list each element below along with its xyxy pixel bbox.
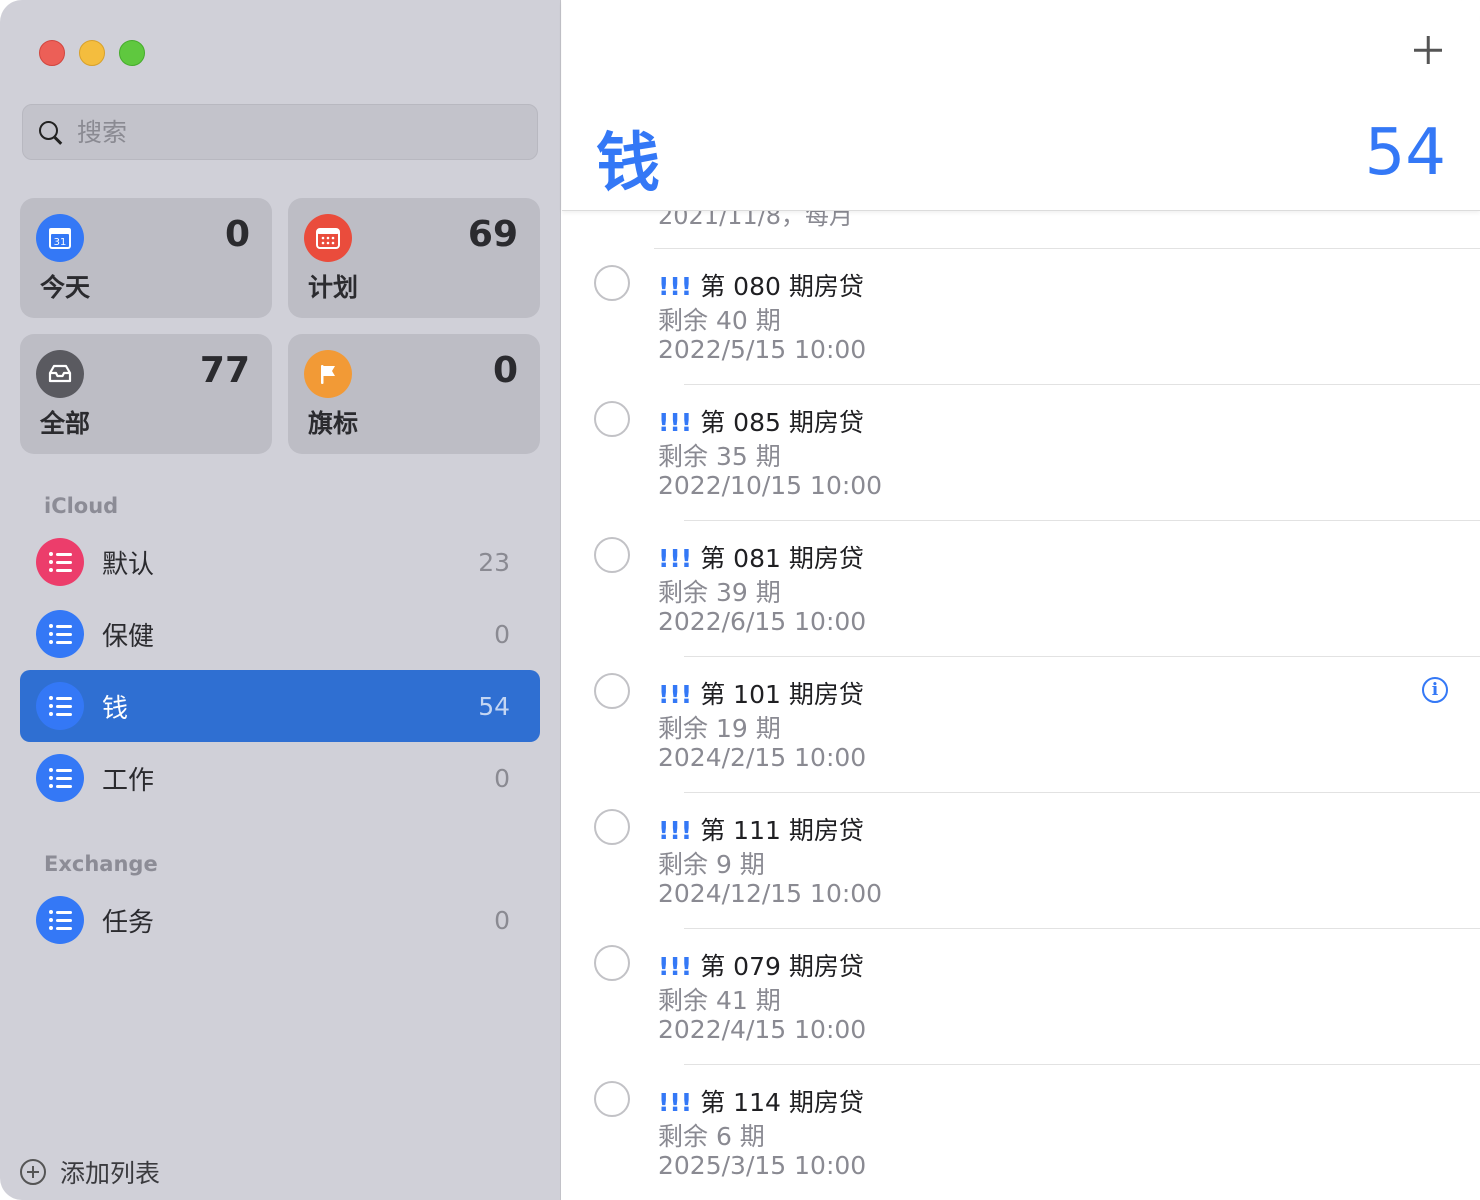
reminder-title[interactable]: 第 085 期房贷: [700, 408, 864, 437]
priority-marker: !!!: [658, 272, 693, 301]
sidebar-list-work[interactable]: 工作 0: [20, 742, 540, 814]
smart-list-flagged[interactable]: 0 旗标: [288, 334, 540, 454]
sidebar-list-default[interactable]: 默认 23: [20, 526, 540, 598]
reminder-row[interactable]: !!! 第 081 期房贷 剩余 39 期 2022/6/15 10:00: [562, 521, 1480, 657]
flagged-label: 旗标: [308, 409, 359, 438]
minimize-window-button[interactable]: [79, 40, 105, 66]
priority-marker: !!!: [658, 952, 693, 981]
section-title-exchange: Exchange: [44, 852, 158, 876]
scheduled-count: 69: [467, 214, 518, 255]
add-list-label: 添加列表: [60, 1159, 161, 1188]
list-count: 54: [478, 691, 510, 721]
reminder-row[interactable]: !!! 第 101 期房贷 剩余 19 期 2024/2/15 10:00 i: [562, 657, 1480, 793]
priority-marker: !!!: [658, 408, 693, 437]
smart-list-today[interactable]: 31 0 今天: [20, 198, 272, 318]
sidebar: 31 0 今天 69 计划: [0, 0, 561, 1200]
add-list-button[interactable]: 添加列表: [20, 1154, 160, 1190]
reminder-title[interactable]: 第 111 期房贷: [700, 816, 864, 845]
list-count: 0: [494, 619, 510, 649]
svg-text:31: 31: [54, 237, 67, 248]
today-label: 今天: [40, 273, 91, 302]
reminder-title[interactable]: 第 101 期房贷: [700, 680, 864, 709]
list-count: 23: [478, 547, 510, 577]
smart-list-scheduled[interactable]: 69 计划: [288, 198, 540, 318]
reminder-date: 2025/3/15 10:00: [658, 1151, 867, 1180]
reminder-row[interactable]: !!! 第 111 期房贷 剩余 9 期 2024/12/15 10:00: [562, 793, 1480, 929]
list-header: 钱 54: [562, 0, 1480, 211]
list-bullet-icon: [36, 754, 84, 802]
close-window-button[interactable]: [39, 40, 65, 66]
section-title-icloud: iCloud: [44, 494, 119, 518]
list-name: 任务: [102, 907, 155, 938]
today-count: 0: [224, 214, 250, 255]
complete-checkbox[interactable]: [594, 809, 630, 845]
reminder-date: 2022/10/15 10:00: [658, 471, 883, 500]
list-title: 钱: [596, 127, 660, 201]
list-total-count: 54: [1364, 116, 1446, 190]
reminder-row[interactable]: !!! 第 079 期房贷 剩余 41 期 2022/4/15 10:00: [562, 929, 1480, 1065]
list-bullet-icon: [36, 682, 84, 730]
sidebar-list-health[interactable]: 保健 0: [20, 598, 540, 670]
list-name: 默认: [102, 549, 155, 580]
zoom-window-button[interactable]: [119, 40, 145, 66]
priority-marker: !!!: [658, 816, 693, 845]
reminder-date: 2024/12/15 10:00: [658, 879, 883, 908]
reminder-row[interactable]: !!! 第 114 期房贷 剩余 6 期 2025/3/15 10:00: [562, 1065, 1480, 1200]
calendar-today-icon: 31: [36, 214, 84, 262]
add-circle-icon: [20, 1159, 46, 1185]
calendar-scheduled-icon: [304, 214, 352, 262]
scheduled-label: 计划: [308, 273, 359, 302]
reminder-date: 2024/2/15 10:00: [658, 743, 867, 772]
info-icon[interactable]: i: [1422, 677, 1448, 703]
reminder-note: 剩余 41 期: [658, 986, 781, 1015]
reminder-note: 剩余 6 期: [658, 1122, 765, 1151]
reminders-window: 31 0 今天 69 计划: [0, 0, 1480, 1200]
main-pane: 钱 54 2021/11/8，每月 !!! 第 080 期房贷 剩余 40 期 2…: [562, 0, 1480, 1200]
search-icon: [37, 119, 63, 145]
list-bullet-icon: [36, 538, 84, 586]
reminder-note: 剩余 35 期: [658, 442, 781, 471]
list-count: 0: [494, 905, 510, 935]
sidebar-list-tasks[interactable]: 任务 0: [20, 884, 540, 956]
list-bullet-icon: [36, 896, 84, 944]
reminder-note: 剩余 9 期: [658, 850, 765, 879]
complete-checkbox[interactable]: [594, 945, 630, 981]
reminder-title[interactable]: 第 081 期房贷: [700, 544, 864, 573]
complete-checkbox[interactable]: [594, 401, 630, 437]
window-controls: [39, 40, 145, 66]
priority-marker: !!!: [658, 544, 693, 573]
all-count: 77: [199, 350, 250, 391]
list-bullet-icon: [36, 610, 84, 658]
priority-marker: !!!: [658, 1088, 693, 1117]
reminder-row[interactable]: !!! 第 085 期房贷 剩余 35 期 2022/10/15 10:00: [562, 385, 1480, 521]
all-label: 全部: [40, 409, 91, 438]
sidebar-list-money[interactable]: 钱 54: [20, 670, 540, 742]
list-count: 0: [494, 763, 510, 793]
list-name: 工作: [102, 765, 155, 796]
reminder-note: 剩余 40 期: [658, 306, 781, 335]
reminder-title[interactable]: 第 114 期房贷: [700, 1088, 864, 1117]
priority-marker: !!!: [658, 680, 693, 709]
reminder-title[interactable]: 第 079 期房贷: [700, 952, 864, 981]
complete-checkbox[interactable]: [594, 673, 630, 709]
flagged-count: 0: [492, 350, 518, 391]
reminder-date: 2022/5/15 10:00: [658, 335, 867, 364]
reminder-date: 2022/6/15 10:00: [658, 607, 867, 636]
list-name: 保健: [102, 621, 155, 652]
reminder-note: 剩余 19 期: [658, 714, 781, 743]
complete-checkbox[interactable]: [594, 265, 630, 301]
tray-icon: [36, 350, 84, 398]
add-reminder-button[interactable]: [1412, 34, 1444, 66]
search-input[interactable]: [77, 117, 497, 147]
smart-list-all[interactable]: 77 全部: [20, 334, 272, 454]
list-name: 钱: [102, 693, 129, 724]
search-field[interactable]: [22, 104, 538, 160]
complete-checkbox[interactable]: [594, 1081, 630, 1117]
complete-checkbox[interactable]: [594, 537, 630, 573]
reminder-date: 2022/4/15 10:00: [658, 1015, 867, 1044]
flag-icon: [304, 350, 352, 398]
reminder-row[interactable]: !!! 第 080 期房贷 剩余 40 期 2022/5/15 10:00: [562, 249, 1480, 385]
reminder-title[interactable]: 第 080 期房贷: [700, 272, 864, 301]
reminder-note: 剩余 39 期: [658, 578, 781, 607]
